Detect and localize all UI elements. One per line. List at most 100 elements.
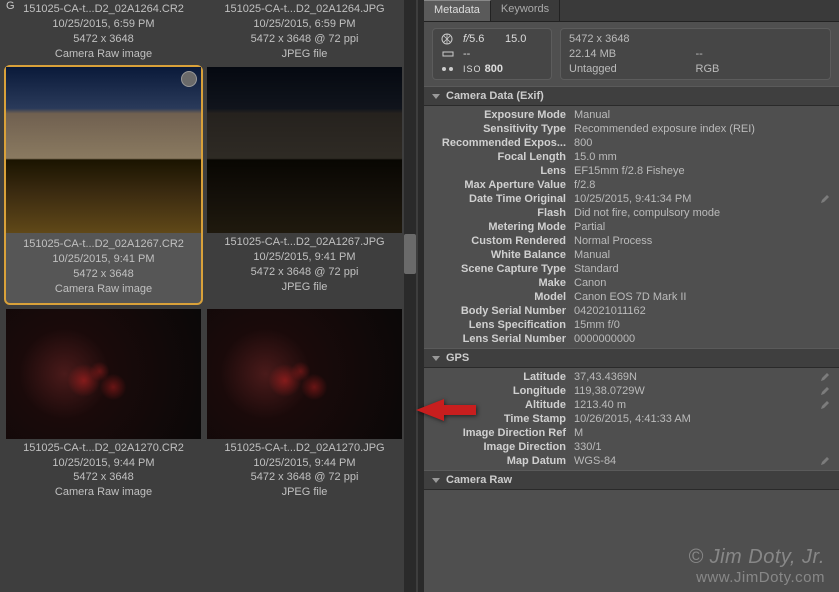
metadata-label: Recommended Expos... [424, 137, 574, 149]
metadata-label: Date Time Original [424, 193, 574, 205]
thumb-dim: 5472 x 3648 [6, 32, 201, 47]
metadata-label: Sensitivity Type [424, 123, 574, 135]
section-header-gps[interactable]: GPS [424, 348, 839, 368]
metadata-row: Metering ModePartial [424, 220, 839, 234]
thumb-type: JPEG file [207, 280, 402, 295]
thumbnail-item[interactable]: 151025-CA-t...D2_02A1267.JPG 10/25/2015,… [207, 67, 402, 302]
thumbnail-item[interactable]: 151025-CA-t...D2_02A1264.CR2 10/25/2015,… [6, 0, 201, 61]
thumb-filename: 151025-CA-t...D2_02A1270.CR2 [6, 441, 201, 456]
thumb-filename: 151025-CA-t...D2_02A1267.CR2 [10, 237, 197, 252]
metadata-value: 37,43.4369N [574, 371, 819, 383]
metadata-value: 10/26/2015, 4:41:33 AM [574, 413, 831, 425]
metadata-row: Body Serial Number042021011162 [424, 304, 839, 318]
chevron-down-icon [432, 356, 440, 361]
thumb-filename: 151025-CA-t...D2_02A1264.CR2 [6, 2, 201, 17]
metadata-value: 15mm f/0 [574, 319, 831, 331]
metadata-row: Sensitivity TypeRecommended exposure ind… [424, 122, 839, 136]
chevron-down-icon [432, 478, 440, 483]
metadata-row: MakeCanon [424, 276, 839, 290]
metadata-label: Scene Capture Type [424, 263, 574, 275]
thumb-filename: 151025-CA-t...D2_02A1270.JPG [207, 441, 402, 456]
metadata-value: 1213.40 m [574, 399, 819, 411]
thumbnail-grid: G 151025-CA-t...D2_02A1264.CR2 10/25/201… [6, 0, 412, 500]
section-header-raw[interactable]: Camera Raw [424, 470, 839, 490]
thumb-date: 10/25/2015, 9:41 PM [10, 252, 197, 267]
edit-pencil-icon[interactable] [819, 399, 831, 411]
metadata-label: Max Aperture Value [424, 179, 574, 191]
metadata-row: Lens Serial Number0000000000 [424, 332, 839, 346]
section-header-exif[interactable]: Camera Data (Exif) [424, 86, 839, 106]
metadata-value: Normal Process [574, 235, 831, 247]
metadata-label: Image Direction Ref [424, 427, 574, 439]
metadata-row: Altitude1213.40 m [424, 398, 839, 412]
thumb-filename: 151025-CA-t...D2_02A1264.JPG [207, 2, 402, 17]
metadata-row: FlashDid not fire, compulsory mode [424, 206, 839, 220]
aperture-value: f/5.6 [463, 33, 501, 45]
thumb-date: 10/25/2015, 9:44 PM [6, 456, 201, 471]
metadata-row: Latitude37,43.4369N [424, 370, 839, 384]
metadata-label: Metering Mode [424, 221, 574, 233]
scrollbar[interactable] [404, 0, 416, 592]
summary-color: RGB [696, 63, 823, 75]
section-gps: GPS Latitude37,43.4369NLongitude119,38.0… [424, 348, 839, 470]
thumb-filename: 151025-CA-t...D2_02A1267.JPG [207, 235, 402, 250]
metadata-label: Make [424, 277, 574, 289]
metadata-label: Body Serial Number [424, 305, 574, 317]
metadata-label: Lens Specification [424, 319, 574, 331]
summary-size: 22.14 MB [569, 48, 696, 60]
metadata-value: Manual [574, 109, 831, 121]
edit-pencil-icon[interactable] [819, 371, 831, 383]
tab-keywords[interactable]: Keywords [491, 0, 560, 21]
settings-badge-icon[interactable] [181, 71, 197, 87]
metadata-value: Canon [574, 277, 831, 289]
metadata-value: M [574, 427, 831, 439]
metadata-value: Standard [574, 263, 831, 275]
metadata-row: White BalanceManual [424, 248, 839, 262]
metadata-value: EF15mm f/2.8 Fisheye [574, 165, 831, 177]
thumbnail-image [207, 67, 402, 233]
summary-strip: f/5.6 15.0 -- ISO 800 5472 x 3648 22.14 … [424, 22, 839, 86]
tab-metadata[interactable]: Metadata [424, 0, 491, 21]
edit-pencil-icon[interactable] [819, 193, 831, 205]
thumb-dim: 5472 x 3648 @ 72 ppi [207, 32, 402, 47]
section-title: Camera Raw [446, 474, 512, 486]
metadata-row: Focal Length15.0 mm [424, 150, 839, 164]
metadata-value: 15.0 mm [574, 151, 831, 163]
thumbnail-item[interactable]: 151025-CA-t...D2_02A1270.CR2 10/25/2015,… [6, 309, 201, 500]
metadata-label: Flash [424, 207, 574, 219]
metadata-row: Longitude119,38.0729W [424, 384, 839, 398]
chevron-down-icon [432, 94, 440, 99]
metadata-label: Model [424, 291, 574, 303]
watermark-url: www.JimDoty.com [688, 569, 825, 586]
scrollbar-thumb[interactable] [404, 234, 416, 274]
iso-value: ISO 800 [463, 63, 543, 75]
section-title: Camera Data (Exif) [446, 90, 544, 102]
tab-bar: Metadata Keywords [424, 0, 839, 22]
thumbnail-item[interactable]: 151025-CA-t...D2_02A1270.JPG 10/25/2015,… [207, 309, 402, 500]
thumb-type: Camera Raw image [6, 47, 201, 62]
metadata-value: Manual [574, 249, 831, 261]
metadata-label: Image Direction [424, 441, 574, 453]
edit-pencil-icon[interactable] [819, 385, 831, 397]
edit-pencil-icon[interactable] [819, 455, 831, 467]
metadata-value: 042021011162 [574, 305, 831, 317]
exposure-icon [441, 48, 455, 60]
watermark-copyright: © Jim Doty, Jr. [688, 546, 825, 569]
iso-icon [441, 63, 455, 75]
metadata-label: Exposure Mode [424, 109, 574, 121]
metadata-row: LensEF15mm f/2.8 Fisheye [424, 164, 839, 178]
thumbnail-image [6, 309, 201, 439]
metadata-row: Exposure ModeManual [424, 108, 839, 122]
metadata-row: Date Time Original10/25/2015, 9:41:34 PM [424, 192, 839, 206]
shutter-value: 15.0 [505, 33, 543, 45]
ev-value: -- [463, 48, 501, 60]
metadata-value: 800 [574, 137, 831, 149]
thumb-date: 10/25/2015, 9:41 PM [207, 250, 402, 265]
metadata-value: WGS-84 [574, 455, 819, 467]
thumbnail-item[interactable]: 151025-CA-t...D2_02A1264.JPG 10/25/2015,… [207, 0, 402, 61]
metadata-row: Recommended Expos...800 [424, 136, 839, 150]
metadata-label: White Balance [424, 249, 574, 261]
thumbnail-item-selected[interactable]: 151025-CA-t...D2_02A1267.CR2 10/25/2015,… [6, 67, 201, 302]
metadata-value: Recommended exposure index (REI) [574, 123, 831, 135]
metadata-row: ModelCanon EOS 7D Mark II [424, 290, 839, 304]
